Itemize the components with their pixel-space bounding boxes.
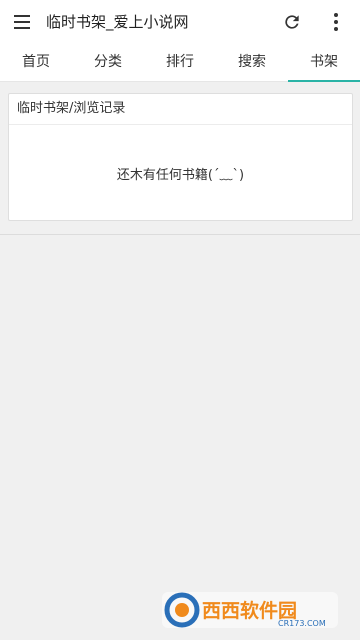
divider bbox=[0, 234, 360, 235]
app-bar: 临时书架_爱上小说网 bbox=[0, 0, 360, 44]
tab-home[interactable]: 首页 bbox=[0, 44, 72, 81]
empty-message: 还木有任何书籍(´﹏`) bbox=[116, 168, 245, 183]
tab-ranking[interactable]: 排行 bbox=[144, 44, 216, 81]
refresh-icon[interactable] bbox=[282, 12, 302, 32]
tab-bookshelf[interactable]: 书架 bbox=[288, 44, 360, 82]
tab-category[interactable]: 分类 bbox=[72, 44, 144, 81]
tab-bar: 首页 分类 排行 搜索 书架 bbox=[0, 44, 360, 82]
page-title: 临时书架_爱上小说网 bbox=[46, 13, 189, 31]
watermark-domain: CR173.COM bbox=[278, 619, 326, 628]
hamburger-menu-icon[interactable] bbox=[10, 10, 34, 34]
bookshelf-card: 临时书架/浏览记录 还木有任何书籍(´﹏`) bbox=[8, 93, 353, 221]
site-watermark-logo: 西西软件园 CR173.COM bbox=[162, 592, 338, 628]
tab-search[interactable]: 搜索 bbox=[216, 44, 288, 81]
more-vertical-icon[interactable] bbox=[330, 12, 342, 32]
bookshelf-title: 临时书架/浏览记录 bbox=[9, 94, 352, 125]
